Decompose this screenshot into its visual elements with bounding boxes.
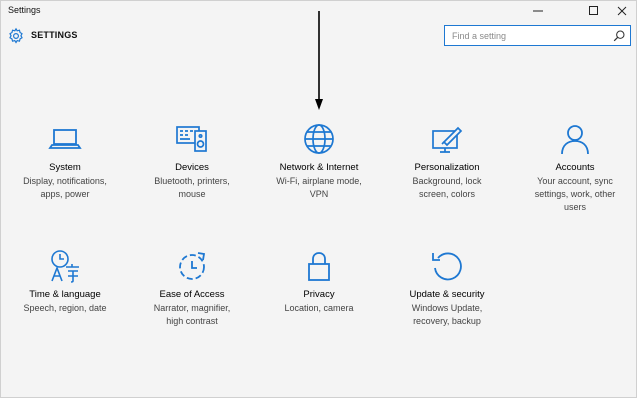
ease-of-access-icon [172,246,212,286]
tile-title: Devices [175,162,209,173]
close-button[interactable] [607,1,637,21]
close-icon [617,6,627,16]
tile-description: Narrator, magnifier, high contrast [153,303,231,326]
globe-icon [299,119,339,159]
annotation-arrow [315,11,323,110]
search-input[interactable] [446,27,606,44]
lock-icon [299,246,339,286]
page-title: SETTINGS [31,30,78,40]
laptop-icon [45,119,85,159]
window-title: Settings [8,5,41,15]
maximize-icon [589,6,598,15]
tile-system[interactable]: System Display, notifications, apps, pow… [5,119,125,201]
tile-title: System [49,162,81,173]
tile-description: Background, lock screen, colors [412,176,482,199]
tile-description: Display, notifications, apps, power [23,176,107,199]
refresh-icon [427,246,467,286]
tile-title: Update & security [409,289,485,300]
tile-title: Ease of Access [159,289,225,300]
tile-description: Wi-Fi, airplane mode, VPN [276,176,362,199]
tile-update-security[interactable]: Update & security Windows Update, recove… [387,246,507,328]
personalization-icon [427,119,467,159]
settings-window: Settings SETTINGS Find a setting System … [0,0,637,398]
tile-title: Personalization [414,162,480,173]
tile-description: Windows Update, recovery, backup [411,303,483,326]
tile-title: Time & language [29,289,101,300]
devices-icon [172,119,212,159]
tile-title: Network & Internet [279,162,359,173]
tile-accounts[interactable]: Accounts Your account, sync settings, wo… [515,119,635,214]
tile-title: Accounts [555,162,595,173]
tile-devices[interactable]: Devices Bluetooth, printers, mouse [132,119,252,201]
minimize-icon [533,10,543,12]
tile-title: Privacy [303,289,335,300]
time-language-icon [45,246,85,286]
account-icon [555,119,595,159]
tile-description: Bluetooth, printers, mouse [154,176,230,199]
tile-description: Your account, sync settings, work, other… [534,176,616,212]
tile-personalization[interactable]: Personalization Background, lock screen,… [387,119,507,201]
search-box[interactable] [444,25,631,46]
tile-description: Location, camera [284,303,354,313]
minimize-button[interactable] [523,1,553,21]
tile-description: Speech, region, date [23,303,107,313]
gear-icon [9,27,23,44]
search-icon[interactable] [612,29,626,43]
tile-ease-of-access[interactable]: Ease of Access Narrator, magnifier, high… [132,246,252,328]
tile-privacy[interactable]: Privacy Location, camera [259,246,379,315]
tile-network-internet[interactable]: Network & Internet Wi-Fi, airplane mode,… [259,119,379,201]
maximize-button[interactable] [579,1,609,21]
tile-time-language[interactable]: Time & language Speech, region, date [5,246,125,315]
